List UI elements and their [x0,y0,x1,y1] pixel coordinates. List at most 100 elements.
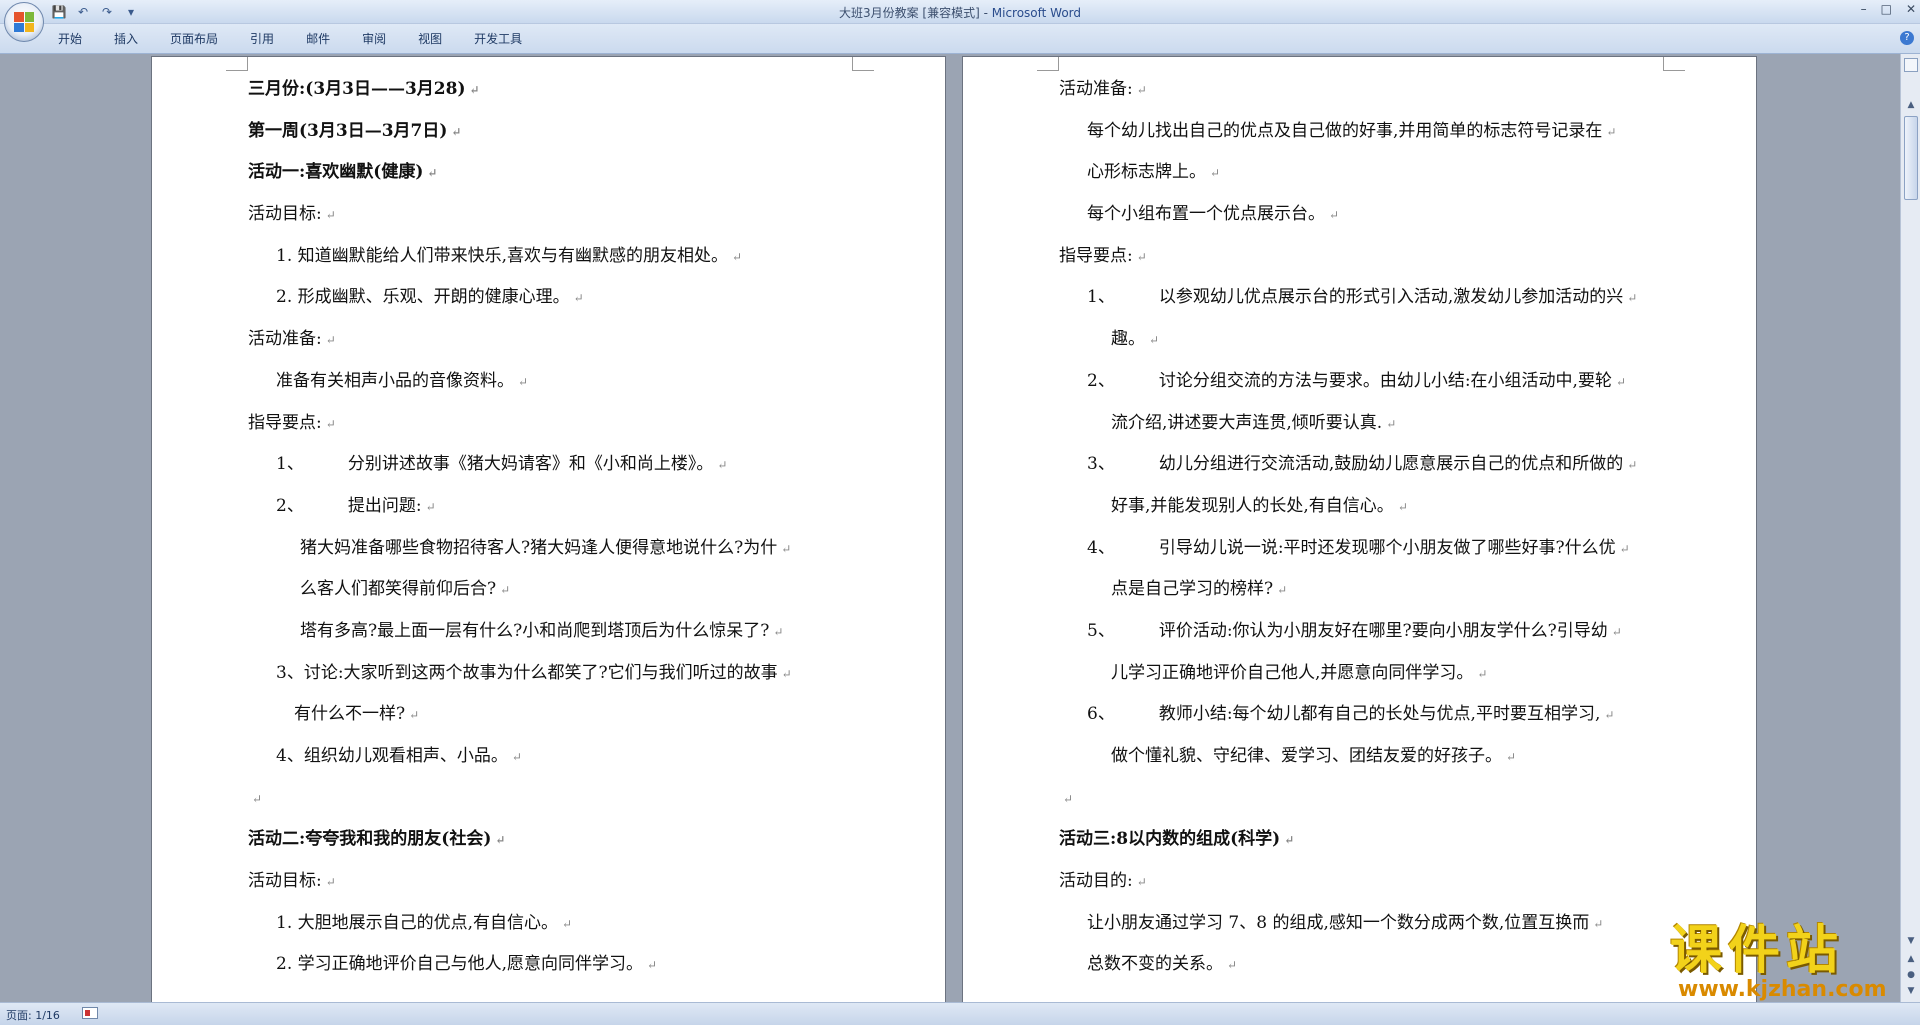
paragraph-line[interactable]: 3、 幼儿分组进行交流活动,鼓励幼儿愿意展示自己的优点和所做的 ↵ [1059,444,1669,486]
paragraph-line[interactable]: 第一周(3月3日—3月7日) ↵ [248,111,858,153]
page-2-text[interactable]: 活动准备: ↵ 每个幼儿找出自己的优点及自己做的好事,并用简单的标志符号记录在 ↵ 心形… [1059,69,1669,986]
line-text: 塔有多高?最上面一层有什么?小和尚爬到塔顶后为什么惊呆了? [300,620,770,641]
office-button[interactable] [4,2,44,42]
paragraph-line[interactable]: 么客人们都笑得前仰后合? ↵ [248,569,858,611]
paragraph-line[interactable]: 1、 分别讲述故事《猪大妈请客》和《小和尚上楼》。 ↵ [248,444,858,486]
paragraph-line[interactable]: 活动目标: ↵ [248,861,858,903]
paragraph-line[interactable]: 活动二:夸夸我和我的朋友(社会) ↵ [248,819,858,861]
paragraph-line[interactable]: 塔有多高?最上面一层有什么?小和尚爬到塔顶后为什么惊呆了? ↵ [248,611,858,653]
paragraph-line[interactable]: 指导要点: ↵ [248,403,858,445]
select-browse-object-icon[interactable]: ● [1904,968,1918,982]
paragraph-line[interactable]: 5、 评价活动:你认为小朋友好在哪里?要向小朋友学什么?引导幼 ↵ [1059,611,1669,653]
paragraph-line[interactable]: 心形标志牌上。 ↵ [1059,152,1669,194]
paragraph-mark-icon: ↵ [1136,83,1147,97]
line-text: 以参观幼儿优点展示台的形式引入活动,激发幼儿参加活动的兴 [1158,287,1624,308]
line-text: 第一周(3月3日—3月7日) [248,120,448,141]
paragraph-line[interactable]: ↵ [1059,778,1669,820]
scroll-up-icon[interactable]: ▲ [1904,98,1918,112]
proofing-icon[interactable] [82,1007,98,1019]
tab-5[interactable]: 审阅 [362,30,386,47]
paragraph-mark-icon: ↵ [781,541,792,556]
watermark-title: 课件站 [1670,921,1845,981]
paragraph-line[interactable]: 三月份:(3月3日——3月28) ↵ [248,69,858,111]
paragraph-line[interactable]: 2、 讨论分组交流的方法与要求。由幼儿小结:在小组活动中,要轮 ↵ [1059,361,1669,403]
paragraph-line[interactable]: 2、 提出问题: ↵ [248,486,858,528]
paragraph-mark-icon: ↵ [1277,583,1288,598]
tab-3[interactable]: 引用 [250,30,274,47]
page-2[interactable]: 活动准备: ↵ 每个幼儿找出自己的优点及自己做的好事,并用简单的标志符号记录在 ↵ 心形… [962,56,1757,1002]
next-page-icon[interactable]: ▼ [1904,984,1918,998]
line-text: 指导要点: [248,412,322,433]
paragraph-mark-icon: ↵ [425,499,436,514]
paragraph-line[interactable]: 猪大妈准备哪些食物招待客人?猪大妈逢人便得意地说什么?为什 ↵ [248,528,858,570]
paragraph-mark-icon: ↵ [647,958,658,973]
line-text: 1. 大胆地展示自己的优点,有自信心。 [276,912,559,933]
paragraph-line[interactable]: 活动目标: ↵ [248,194,858,236]
paragraph-line[interactable]: 点是自己学习的榜样? ↵ [1059,569,1669,611]
paragraph-line[interactable]: 趣。 ↵ [1059,319,1669,361]
line-text: 活动三:8以内数的组成(科学) [1059,829,1281,850]
line-text: 活动准备: [1059,79,1133,99]
tab-7[interactable]: 开发工具 [474,30,522,47]
close-icon[interactable]: ✕ [1906,2,1916,16]
line-text: 活动准备: [248,329,322,350]
undo-icon[interactable]: ↶ [74,3,92,21]
paragraph-line[interactable]: 每个小组布置一个优点展示台。 ↵ [1059,194,1669,236]
tab-4[interactable]: 邮件 [306,30,330,47]
line-text: 准备有关相声小品的音像资料。 [276,370,514,391]
paragraph-line[interactable]: 指导要点: ↵ [1059,236,1669,278]
vertical-scrollbar[interactable]: ▲ ▼ ▲ ● ▼ [1900,54,1920,1002]
redo-icon[interactable]: ↷ [98,3,116,21]
tab-0[interactable]: 开始 [58,30,82,47]
paragraph-line[interactable]: 1. 知道幽默能给人们带来快乐,喜欢与有幽默感的朋友相处。 ↵ [248,236,858,278]
paragraph-line[interactable]: 1、 以参观幼儿优点展示台的形式引入活动,激发幼儿参加活动的兴 ↵ [1059,277,1669,319]
paragraph-mark-icon: ↵ [1136,875,1147,890]
paragraph-line[interactable]: 让小朋友通过学习 7、8 的组成,感知一个数分成两个数,位置互换而 ↵ [1059,903,1669,945]
paragraph-mark-icon: ↵ [1227,958,1238,973]
paragraph-line[interactable]: 2. 学习正确地评价自己与他人,愿意向同伴学习。 ↵ [248,944,858,986]
paragraph-line[interactable]: 2. 形成幽默、乐观、开朗的健康心理。 ↵ [248,277,858,319]
paragraph-line[interactable]: 活动三:8以内数的组成(科学) ↵ [1059,819,1669,861]
previous-page-icon[interactable]: ▲ [1904,952,1918,966]
paragraph-line[interactable]: 每个幼儿找出自己的优点及自己做的好事,并用简单的标志符号记录在 ↵ [1059,111,1669,153]
paragraph-line[interactable]: 儿学习正确地评价自己他人,并愿意向同伴学习。 ↵ [1059,653,1669,695]
paragraph-line[interactable]: 活动目的: ↵ [1059,861,1669,903]
paragraph-line[interactable]: 4、 引导幼儿说一说:平时还发现哪个小朋友做了哪些好事?什么优 ↵ [1059,528,1669,570]
page-1-text[interactable]: 三月份:(3月3日——3月28) ↵ 第一周(3月3日—3月7日) ↵ 活动一:喜欢幽默… [248,69,858,986]
line-text: 3、讨论:大家听到这两个故事为什么都笑了?它们与我们听过的故事 [276,662,778,683]
paragraph-line[interactable]: ↵ [248,778,858,820]
paragraph-mark-icon: ↵ [1619,541,1630,556]
paragraph-line[interactable]: 3、讨论:大家听到这两个故事为什么都笑了?它们与我们听过的故事 ↵ [248,653,858,695]
view-ruler-icon[interactable] [1904,58,1918,72]
scroll-thumb[interactable] [1904,116,1918,200]
tab-2[interactable]: 页面布局 [170,30,218,47]
paragraph-line[interactable]: 活动准备: ↵ [1059,69,1669,111]
paragraph-line[interactable]: 活动一:喜欢幽默(健康) ↵ [248,152,858,194]
tab-1[interactable]: 插入 [114,30,138,47]
save-icon[interactable]: 💾 [50,3,68,21]
page-1[interactable]: 三月份:(3月3日——3月28) ↵ 第一周(3月3日—3月7日) ↵ 活动一:喜欢幽默… [151,56,946,1002]
paragraph-line[interactable]: 活动准备: ↵ [248,319,858,361]
paragraph-line[interactable]: 6、 教师小结:每个幼儿都有自己的长处与优点,平时要互相学习, ↵ [1059,694,1669,736]
paragraph-mark-icon: ↵ [500,583,511,598]
line-text: 讨论分组交流的方法与要求。由幼儿小结:在小组活动中,要轮 [1158,370,1612,391]
tab-6[interactable]: 视图 [418,30,442,47]
page-indicator[interactable]: 页面: 1/16 [6,1007,60,1023]
paragraph-line[interactable]: 流介绍,讲述要大声连贯,倾听要认真. ↵ [1059,403,1669,445]
paragraph-line[interactable]: 好事,并能发现别人的长处,有自信心。 ↵ [1059,486,1669,528]
customize-toolbar-icon[interactable]: ▾ [122,3,140,21]
paragraph-line[interactable]: 准备有关相声小品的音像资料。 ↵ [248,361,858,403]
list-number: 2、 [276,495,304,516]
paragraph-line[interactable]: 1. 大胆地展示自己的优点,有自信心。 ↵ [248,903,858,945]
scroll-down-icon[interactable]: ▼ [1904,934,1918,948]
paragraph-line[interactable]: 4、组织幼儿观看相声、小品。 ↵ [248,736,858,778]
list-number: 6、 [1087,704,1115,725]
minimize-icon[interactable]: – [1861,2,1867,16]
paragraph-line[interactable]: 做个懂礼貌、守纪律、爱学习、团结友爱的好孩子。 ↵ [1059,736,1669,778]
maximize-icon[interactable]: □ [1881,2,1892,16]
app-name: Microsoft Word [991,6,1082,20]
help-icon[interactable]: ? [1900,31,1914,45]
paragraph-line[interactable]: 总数不变的关系。 ↵ [1059,944,1669,986]
paragraph-line[interactable]: 有什么不一样? ↵ [248,694,858,736]
window-title: 大班3月份教案 [兼容模式] - Microsoft Word [0,4,1920,21]
